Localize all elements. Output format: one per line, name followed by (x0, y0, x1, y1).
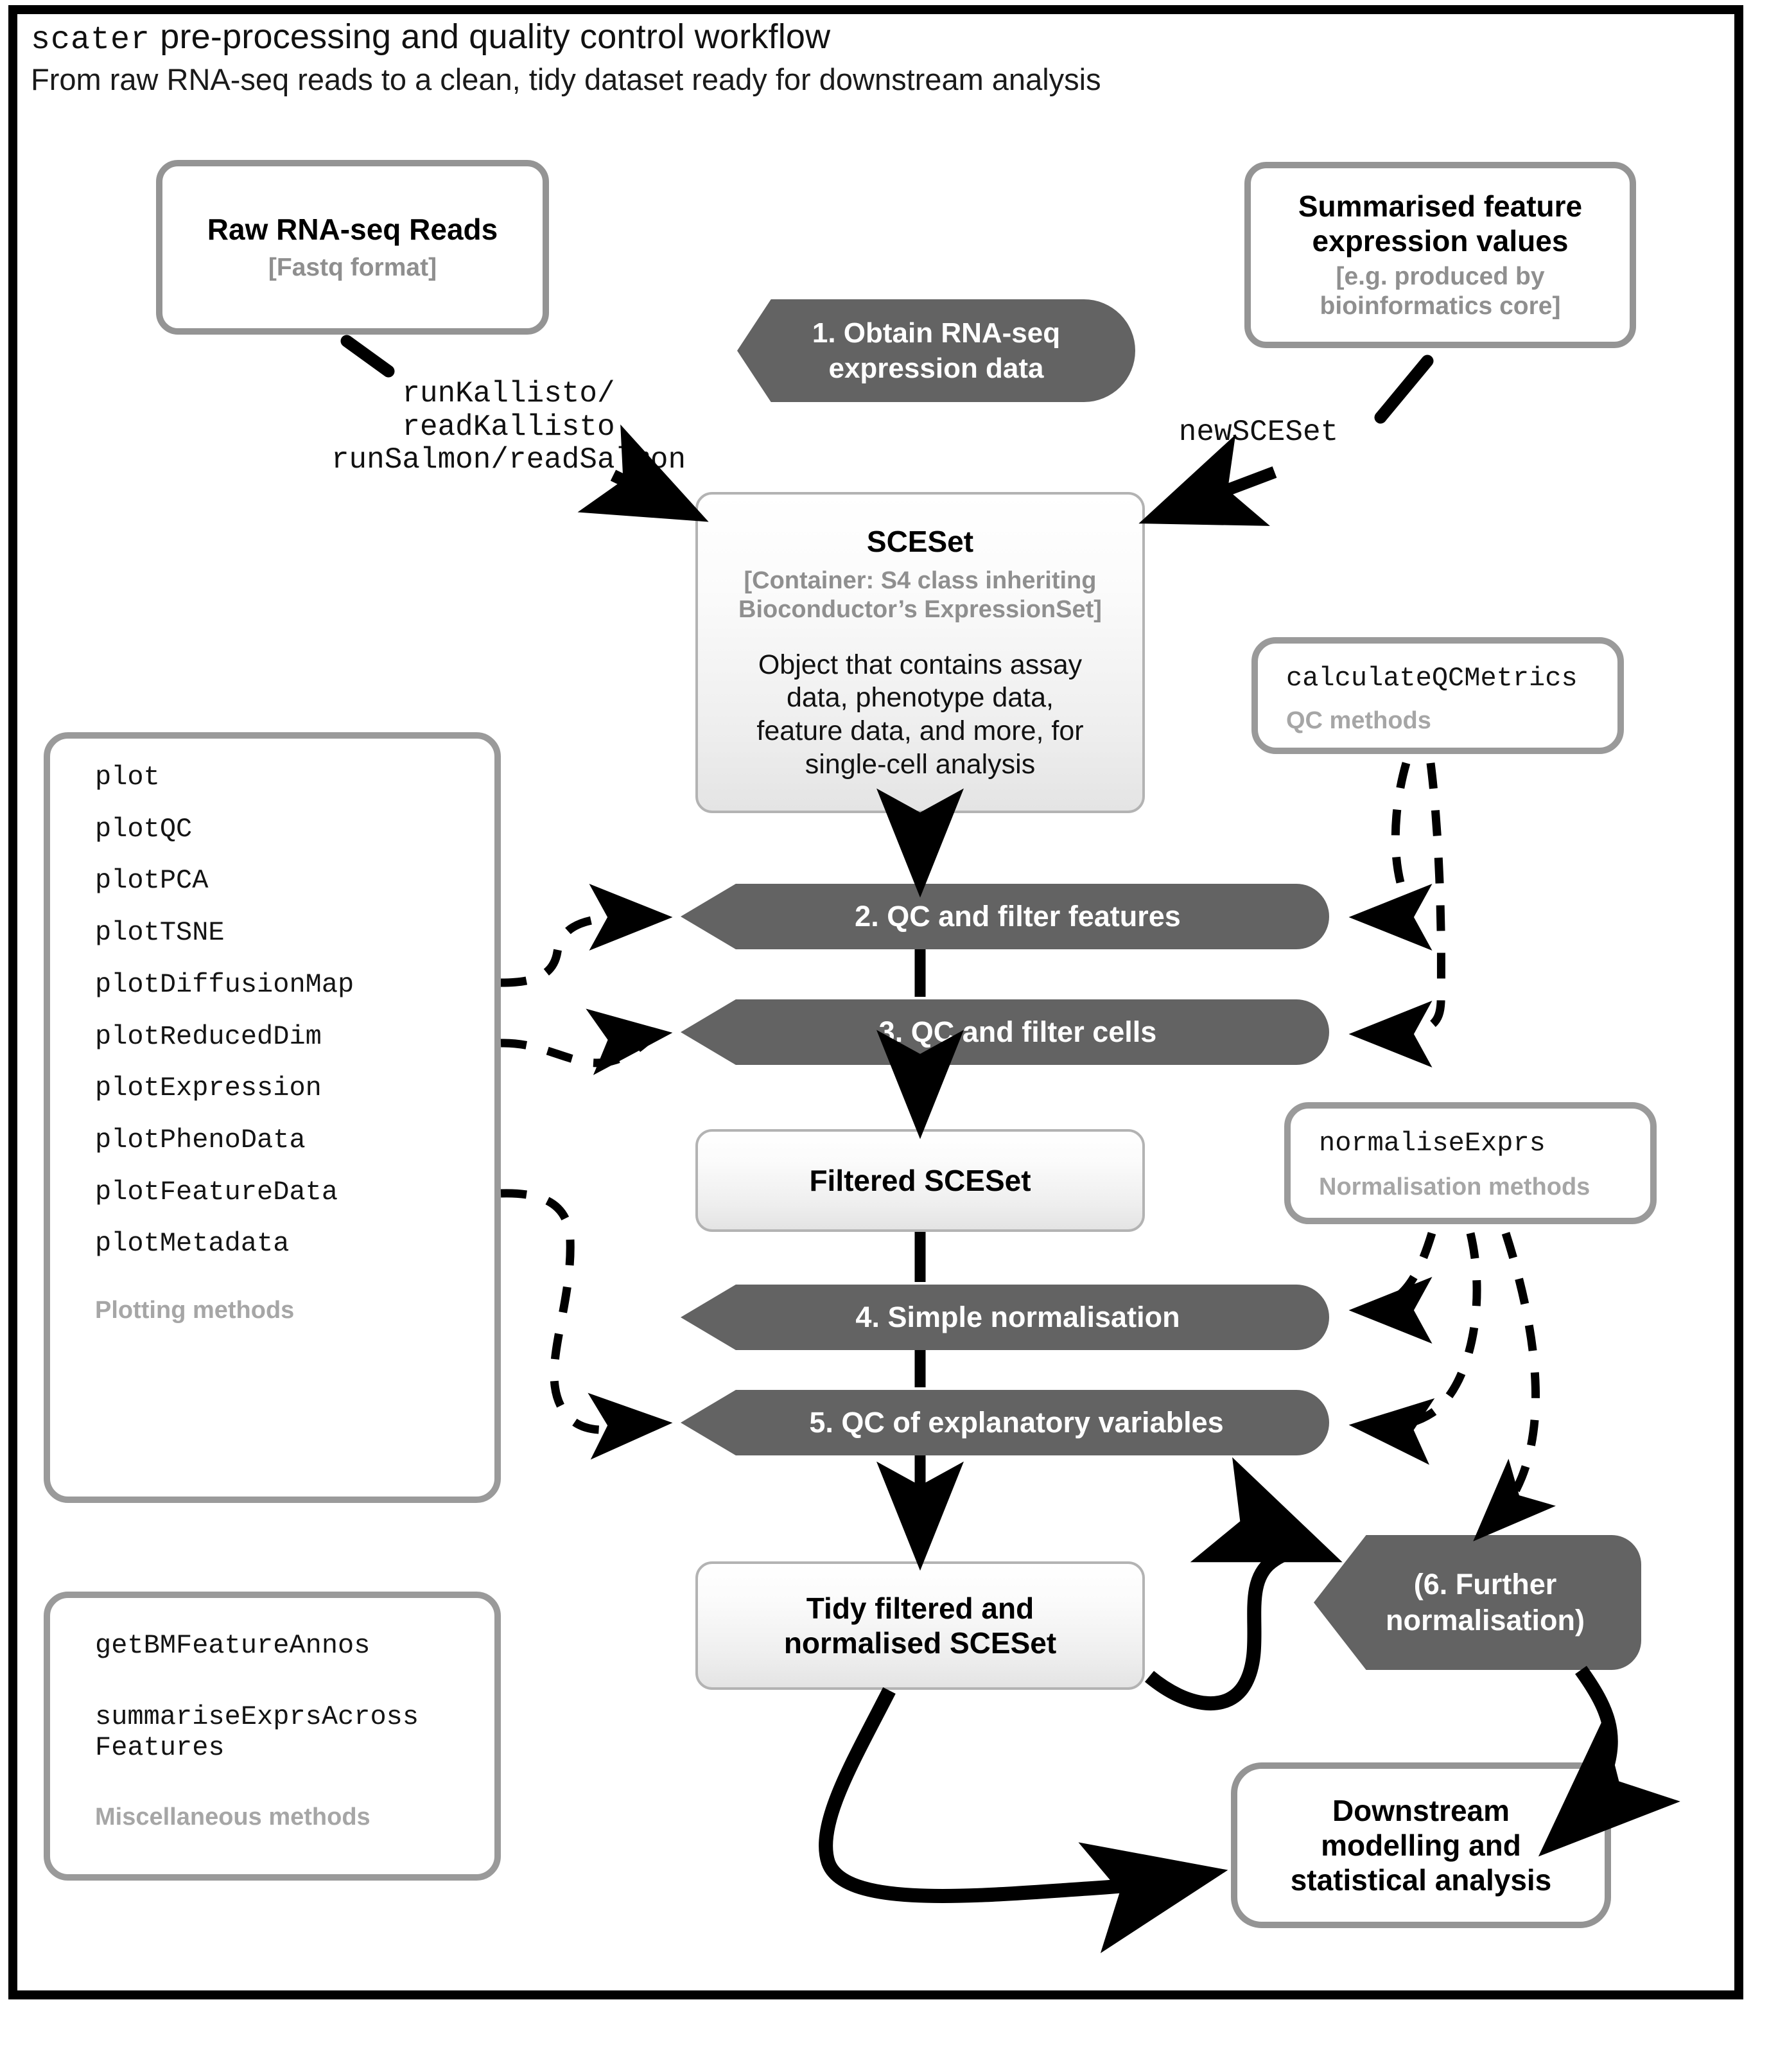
raw-reads-title: Raw RNA-seq Reads (207, 212, 498, 246)
tidy-title-line1: Tidy filtered and (806, 1591, 1034, 1625)
misc-caption: Miscellaneous methods (95, 1804, 370, 1831)
summarised-subtitle-line1: [e.g. produced by (1336, 263, 1545, 291)
method-box-qc: calculateQCMetrics QC methods (1251, 637, 1624, 754)
tidy-title: Tidy filtered and normalised SCESet (784, 1591, 1056, 1661)
step6-line1: (6. Further (1413, 1567, 1557, 1601)
plot-method-item-10[interactable]: plotMetadata (95, 1228, 494, 1260)
sceset-body: Object that contains assay data, phenoty… (756, 649, 1083, 781)
plot-method-item-2[interactable]: plotQC (95, 814, 494, 845)
step6-label: (6. Further normalisation) (1370, 1567, 1585, 1639)
sceset-subtitle: [Container: S4 class inheriting Biocondu… (738, 566, 1102, 624)
plot-method-item-3[interactable]: plotPCA (95, 865, 494, 897)
normalisation-caption: Normalisation methods (1319, 1173, 1590, 1200)
step4-label: 4. Simple normalisation (855, 1300, 1180, 1333)
qc-method-item[interactable]: calculateQCMetrics (1286, 663, 1617, 694)
sceset-body-line2: data, phenotype data, (786, 682, 1054, 714)
step5-label: 5. QC of explanatory variables (809, 1405, 1224, 1439)
sceset-subtitle-line2: Bioconductor’s ExpressionSet] (738, 595, 1102, 623)
sceset-subtitle-line1: [Container: S4 class inheriting (744, 567, 1097, 595)
sceset-title: SCESet (866, 524, 974, 558)
filtered-sceset-title: Filtered SCESet (809, 1163, 1031, 1197)
edge-label-kallisto-salmon: runKallisto/ readKallisto runSalmon/read… (331, 377, 686, 477)
page-title: scater pre-processing and quality contro… (31, 17, 1572, 58)
summarised-title-line2: expression values (1312, 224, 1569, 258)
node-filtered-sceset: Filtered SCESet (695, 1129, 1145, 1232)
downstream-line2: modelling and (1321, 1828, 1521, 1862)
page-subtitle: From raw RNA-seq reads to a clean, tidy … (31, 62, 1101, 96)
method-box-plotting: plot plotQC plotPCA plotTSNE plotDiffusi… (44, 732, 501, 1503)
node-step-2-qc-filter-features: 2. QC and filter features (681, 884, 1329, 949)
node-step-6-further-normalisation: (6. Further normalisation) (1314, 1535, 1641, 1670)
diagram-canvas: scater pre-processing and quality contro… (0, 0, 1769, 2072)
node-step-4-simple-normalisation: 4. Simple normalisation (681, 1285, 1329, 1350)
plot-method-item-1[interactable]: plot (95, 762, 494, 793)
plot-method-item-8[interactable]: plotPhenoData (95, 1125, 494, 1156)
node-step-5-qc-explanatory-variables: 5. QC of explanatory variables (681, 1390, 1329, 1455)
downstream-line1: Downstream (1332, 1793, 1510, 1827)
sceset-body-line3: feature data, and more, for (756, 715, 1084, 746)
downstream-title: Downstream modelling and statistical ana… (1291, 1793, 1552, 1898)
method-box-misc: getBMFeatureAnnos summariseExprsAcross F… (44, 1592, 501, 1881)
plot-method-item-5[interactable]: plotDiffusionMap (95, 969, 494, 1001)
step2-label: 2. QC and filter features (855, 899, 1181, 933)
normalisation-method-item[interactable]: normaliseExprs (1319, 1128, 1650, 1159)
summarised-subtitle: [e.g. produced by bioinformatics core] (1320, 262, 1561, 321)
plot-method-item-7[interactable]: plotExpression (95, 1073, 494, 1104)
node-tidy-filtered-normalised-sceset: Tidy filtered and normalised SCESet (695, 1561, 1145, 1690)
misc-method-item-2[interactable]: summariseExprsAcross Features (95, 1701, 494, 1764)
summarised-title: Summarised feature expression values (1298, 189, 1582, 259)
step6-line2: normalisation) (1385, 1604, 1585, 1637)
downstream-line3: statistical analysis (1290, 1863, 1552, 1897)
node-sceset: SCESet [Container: S4 class inheriting B… (695, 492, 1145, 813)
node-raw-rna-seq-reads: Raw RNA-seq Reads [Fastq format] (156, 160, 549, 335)
step1-line2: expression data (828, 353, 1044, 384)
sceset-body-line1: Object that contains assay (758, 649, 1083, 680)
page-title-rest: pre-processing and quality control workf… (150, 17, 831, 56)
page-title-mono: scater (31, 22, 151, 58)
plot-method-item-6[interactable]: plotReducedDim (95, 1021, 494, 1053)
step1-line1: 1. Obtain RNA-seq (812, 317, 1061, 349)
method-box-normalisation: normaliseExprs Normalisation methods (1284, 1102, 1657, 1224)
qc-caption: QC methods (1286, 707, 1431, 734)
step3-label: 3. QC and filter cells (878, 1015, 1157, 1048)
misc-method-item-1[interactable]: getBMFeatureAnnos (95, 1630, 494, 1662)
tidy-title-line2: normalised SCESet (783, 1626, 1057, 1660)
step1-label: 1. Obtain RNA-seq expression data (812, 315, 1060, 386)
raw-reads-subtitle: [Fastq format] (268, 254, 437, 282)
node-summarised-feature-expression: Summarised feature expression values [e.… (1244, 162, 1636, 348)
sceset-body-line4: single-cell analysis (805, 748, 1036, 780)
node-step-1-obtain-rna-seq: 1. Obtain RNA-seq expression data (737, 299, 1135, 402)
node-step-3-qc-filter-cells: 3. QC and filter cells (681, 999, 1329, 1065)
plot-method-item-4[interactable]: plotTSNE (95, 917, 494, 949)
summarised-subtitle-line2: bioinformatics core] (1320, 292, 1561, 320)
node-downstream-analysis: Downstream modelling and statistical ana… (1231, 1762, 1611, 1928)
plotting-caption: Plotting methods (95, 1297, 295, 1324)
plot-method-item-9[interactable]: plotFeatureData (95, 1177, 494, 1208)
edge-label-new-sceset: newSCESet (1178, 416, 1339, 449)
summarised-title-line1: Summarised feature (1298, 189, 1583, 223)
